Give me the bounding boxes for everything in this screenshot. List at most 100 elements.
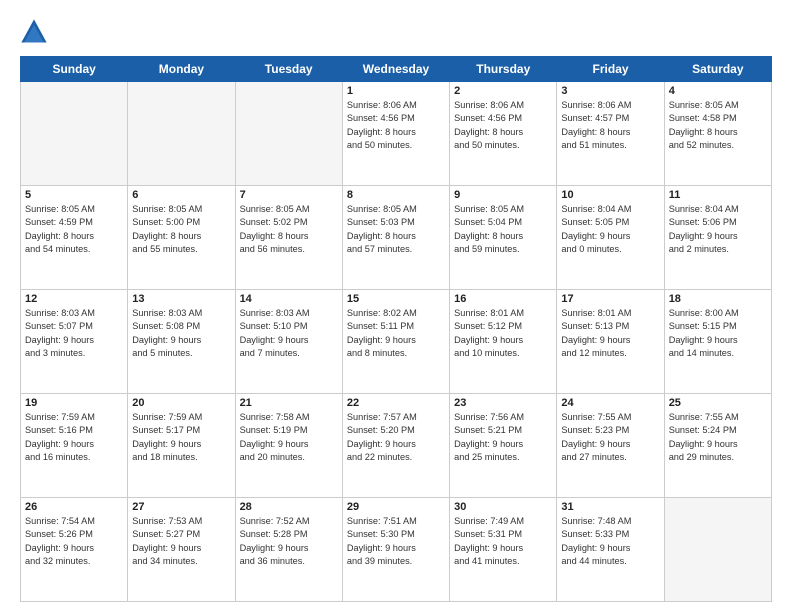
day-number: 17 <box>561 293 659 305</box>
calendar-cell <box>235 82 342 186</box>
day-info: Sunrise: 8:03 AM Sunset: 5:10 PM Dayligh… <box>240 307 338 360</box>
day-info: Sunrise: 8:01 AM Sunset: 5:12 PM Dayligh… <box>454 307 552 360</box>
day-number: 21 <box>240 397 338 409</box>
calendar-cell: 11Sunrise: 8:04 AM Sunset: 5:06 PM Dayli… <box>664 186 771 290</box>
weekday-header: Sunday <box>21 57 128 82</box>
calendar-cell: 2 Sunrise: 8:06 AM Sunset: 4:56 PM Daylig… <box>450 82 557 186</box>
weekday-header: Tuesday <box>235 57 342 82</box>
day-info: Sunrise: 8:04 AM Sunset: 5:05 PM Dayligh… <box>561 203 659 256</box>
day-number: 13 <box>132 293 230 305</box>
day-number: 18 <box>669 293 767 305</box>
day-info: Sunrise: 7:56 AM Sunset: 5:21 PM Dayligh… <box>454 411 552 464</box>
day-info: Sunrise: 7:48 AM Sunset: 5:33 PM Dayligh… <box>561 515 659 568</box>
day-number: 30 <box>454 501 552 513</box>
calendar-cell: 31Sunrise: 7:48 AM Sunset: 5:33 PM Dayli… <box>557 498 664 602</box>
day-number: 9 <box>454 189 552 201</box>
calendar-cell: 5 Sunrise: 8:05 AM Sunset: 4:59 PM Daylig… <box>21 186 128 290</box>
day-info: Sunrise: 7:51 AM Sunset: 5:30 PM Dayligh… <box>347 515 445 568</box>
weekday-header: Saturday <box>664 57 771 82</box>
calendar-cell: 26Sunrise: 7:54 AM Sunset: 5:26 PM Dayli… <box>21 498 128 602</box>
day-info: Sunrise: 7:55 AM Sunset: 5:24 PM Dayligh… <box>669 411 767 464</box>
day-info: Sunrise: 8:05 AM Sunset: 5:00 PM Dayligh… <box>132 203 230 256</box>
day-info: Sunrise: 8:05 AM Sunset: 5:03 PM Dayligh… <box>347 203 445 256</box>
day-info: Sunrise: 7:53 AM Sunset: 5:27 PM Dayligh… <box>132 515 230 568</box>
day-number: 8 <box>347 189 445 201</box>
calendar-cell: 21 Sunrise: 7:58 AM Sunset: 5:19 PM Dayli… <box>235 394 342 498</box>
day-info: Sunrise: 8:06 AM Sunset: 4:56 PM Dayligh… <box>454 99 552 152</box>
day-number: 15 <box>347 293 445 305</box>
calendar-cell: 7 Sunrise: 8:05 AM Sunset: 5:02 PM Daylig… <box>235 186 342 290</box>
day-number: 16 <box>454 293 552 305</box>
day-info: Sunrise: 7:49 AM Sunset: 5:31 PM Dayligh… <box>454 515 552 568</box>
calendar-cell: 27 Sunrise: 7:53 AM Sunset: 5:27 PM Dayli… <box>128 498 235 602</box>
calendar-cell: 4Sunrise: 8:05 AM Sunset: 4:58 PM Daylig… <box>664 82 771 186</box>
weekday-header: Friday <box>557 57 664 82</box>
day-number: 3 <box>561 85 659 97</box>
day-info: Sunrise: 8:03 AM Sunset: 5:08 PM Dayligh… <box>132 307 230 360</box>
calendar-week-row: 19 Sunrise: 7:59 AM Sunset: 5:16 PM Dayli… <box>21 394 772 498</box>
calendar-week-row: 1 Sunrise: 8:06 AM Sunset: 4:56 PM Daylig… <box>21 82 772 186</box>
day-number: 12 <box>25 293 123 305</box>
calendar-cell: 25Sunrise: 7:55 AM Sunset: 5:24 PM Dayli… <box>664 394 771 498</box>
day-number: 2 <box>454 85 552 97</box>
day-number: 23 <box>454 397 552 409</box>
day-info: Sunrise: 8:06 AM Sunset: 4:57 PM Dayligh… <box>561 99 659 152</box>
day-number: 19 <box>25 397 123 409</box>
calendar-cell: 28 Sunrise: 7:52 AM Sunset: 5:28 PM Dayli… <box>235 498 342 602</box>
weekday-header: Monday <box>128 57 235 82</box>
calendar-cell <box>21 82 128 186</box>
calendar-cell: 29 Sunrise: 7:51 AM Sunset: 5:30 PM Dayli… <box>342 498 449 602</box>
calendar-cell: 17 Sunrise: 8:01 AM Sunset: 5:13 PM Dayli… <box>557 290 664 394</box>
calendar-cell: 24 Sunrise: 7:55 AM Sunset: 5:23 PM Dayli… <box>557 394 664 498</box>
day-info: Sunrise: 8:05 AM Sunset: 4:58 PM Dayligh… <box>669 99 767 152</box>
day-info: Sunrise: 7:59 AM Sunset: 5:17 PM Dayligh… <box>132 411 230 464</box>
calendar-cell: 3 Sunrise: 8:06 AM Sunset: 4:57 PM Daylig… <box>557 82 664 186</box>
day-info: Sunrise: 8:05 AM Sunset: 5:02 PM Dayligh… <box>240 203 338 256</box>
day-number: 5 <box>25 189 123 201</box>
calendar-cell: 14 Sunrise: 8:03 AM Sunset: 5:10 PM Dayli… <box>235 290 342 394</box>
day-info: Sunrise: 7:58 AM Sunset: 5:19 PM Dayligh… <box>240 411 338 464</box>
weekday-header: Wednesday <box>342 57 449 82</box>
calendar-body: 1 Sunrise: 8:06 AM Sunset: 4:56 PM Daylig… <box>21 82 772 602</box>
day-number: 28 <box>240 501 338 513</box>
day-number: 1 <box>347 85 445 97</box>
day-number: 27 <box>132 501 230 513</box>
day-number: 24 <box>561 397 659 409</box>
calendar-week-row: 26Sunrise: 7:54 AM Sunset: 5:26 PM Dayli… <box>21 498 772 602</box>
day-number: 29 <box>347 501 445 513</box>
day-number: 22 <box>347 397 445 409</box>
day-info: Sunrise: 8:02 AM Sunset: 5:11 PM Dayligh… <box>347 307 445 360</box>
calendar: SundayMondayTuesdayWednesdayThursdayFrid… <box>20 56 772 602</box>
calendar-cell: 12Sunrise: 8:03 AM Sunset: 5:07 PM Dayli… <box>21 290 128 394</box>
day-info: Sunrise: 7:59 AM Sunset: 5:16 PM Dayligh… <box>25 411 123 464</box>
day-info: Sunrise: 8:05 AM Sunset: 4:59 PM Dayligh… <box>25 203 123 256</box>
day-number: 7 <box>240 189 338 201</box>
day-info: Sunrise: 8:01 AM Sunset: 5:13 PM Dayligh… <box>561 307 659 360</box>
calendar-cell: 30 Sunrise: 7:49 AM Sunset: 5:31 PM Dayli… <box>450 498 557 602</box>
day-info: Sunrise: 8:00 AM Sunset: 5:15 PM Dayligh… <box>669 307 767 360</box>
calendar-cell: 15 Sunrise: 8:02 AM Sunset: 5:11 PM Dayli… <box>342 290 449 394</box>
day-info: Sunrise: 7:52 AM Sunset: 5:28 PM Dayligh… <box>240 515 338 568</box>
day-info: Sunrise: 7:55 AM Sunset: 5:23 PM Dayligh… <box>561 411 659 464</box>
calendar-week-row: 5 Sunrise: 8:05 AM Sunset: 4:59 PM Daylig… <box>21 186 772 290</box>
calendar-cell: 8 Sunrise: 8:05 AM Sunset: 5:03 PM Daylig… <box>342 186 449 290</box>
calendar-week-row: 12Sunrise: 8:03 AM Sunset: 5:07 PM Dayli… <box>21 290 772 394</box>
day-info: Sunrise: 8:05 AM Sunset: 5:04 PM Dayligh… <box>454 203 552 256</box>
calendar-header: SundayMondayTuesdayWednesdayThursdayFrid… <box>21 57 772 82</box>
calendar-cell: 18 Sunrise: 8:00 AM Sunset: 5:15 PM Dayli… <box>664 290 771 394</box>
weekday-header: Thursday <box>450 57 557 82</box>
day-info: Sunrise: 7:54 AM Sunset: 5:26 PM Dayligh… <box>25 515 123 568</box>
day-number: 10 <box>561 189 659 201</box>
calendar-cell: 1Sunrise: 8:06 AM Sunset: 4:56 PM Daylig… <box>342 82 449 186</box>
logo <box>20 18 52 46</box>
calendar-cell <box>664 498 771 602</box>
calendar-cell: 20 Sunrise: 7:59 AM Sunset: 5:17 PM Dayli… <box>128 394 235 498</box>
calendar-cell: 16 Sunrise: 8:01 AM Sunset: 5:12 PM Dayli… <box>450 290 557 394</box>
calendar-cell: 19 Sunrise: 7:59 AM Sunset: 5:16 PM Dayli… <box>21 394 128 498</box>
day-number: 14 <box>240 293 338 305</box>
day-number: 20 <box>132 397 230 409</box>
page: SundayMondayTuesdayWednesdayThursdayFrid… <box>0 0 792 612</box>
header <box>20 18 772 46</box>
calendar-cell: 10 Sunrise: 8:04 AM Sunset: 5:05 PM Dayli… <box>557 186 664 290</box>
day-number: 11 <box>669 189 767 201</box>
